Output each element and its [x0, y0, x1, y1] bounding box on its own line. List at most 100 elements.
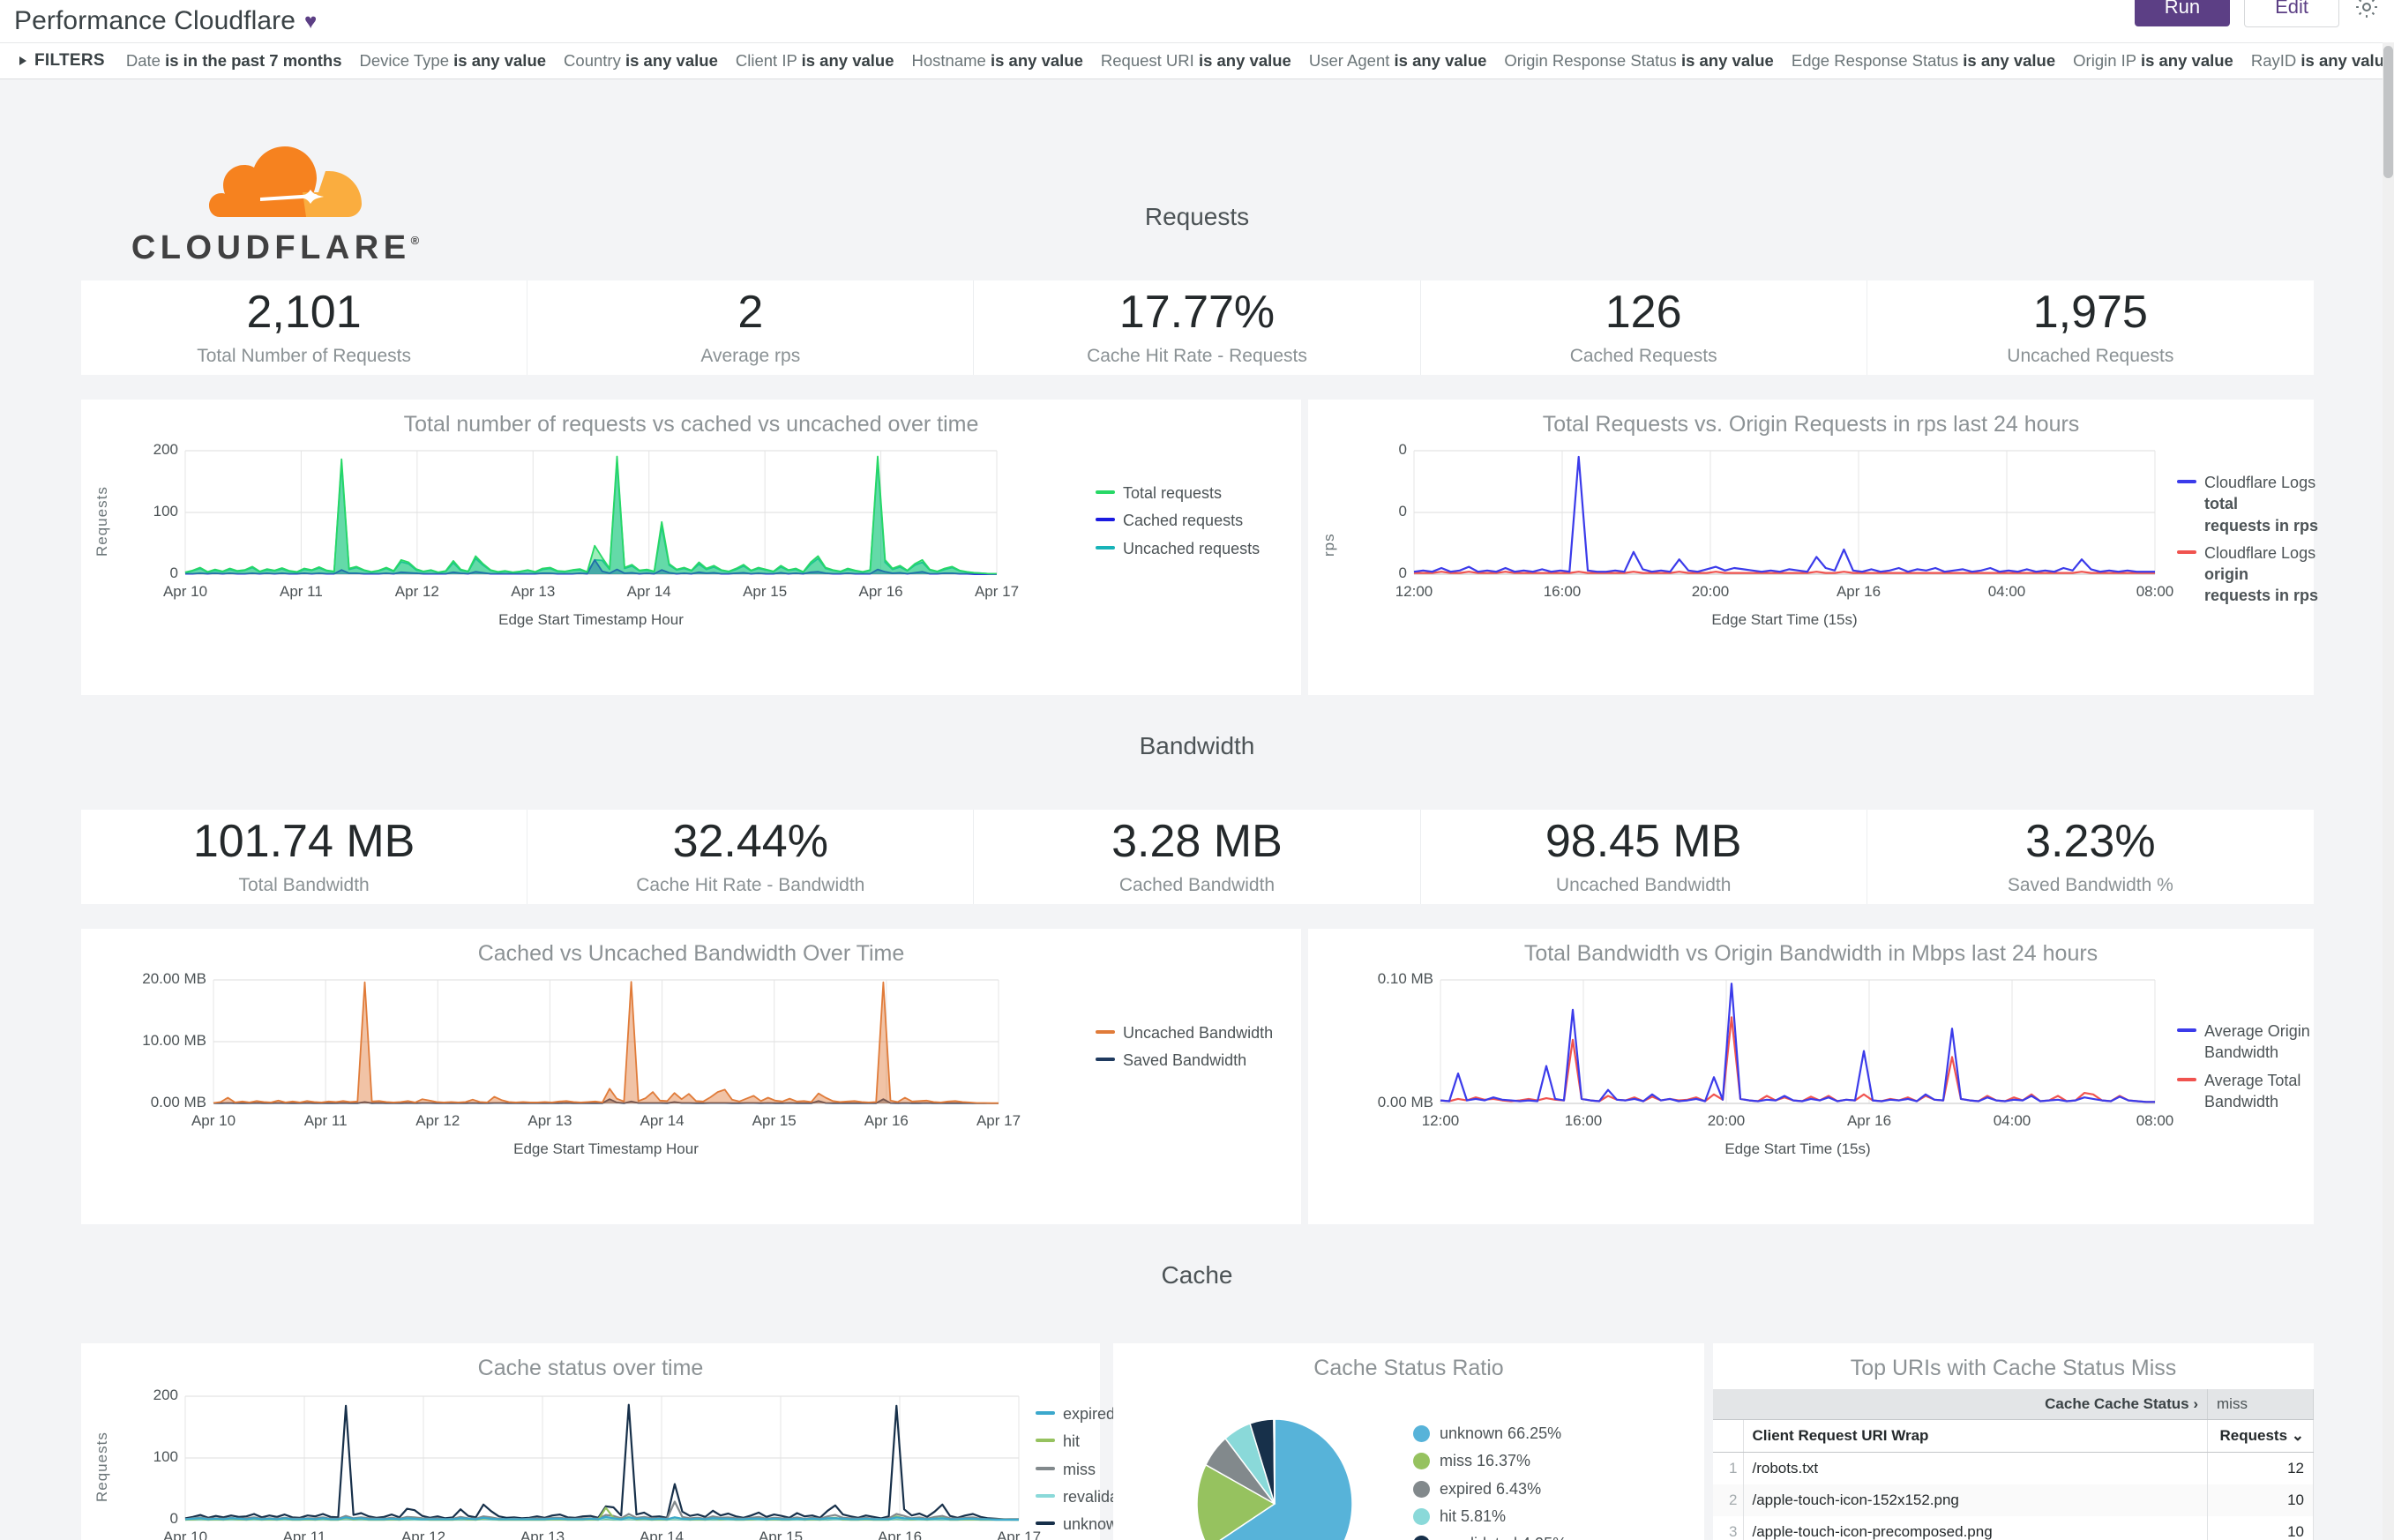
- kpi-label: Cached Bandwidth: [1119, 875, 1275, 896]
- legend-item[interactable]: Cloudflare Logs originrequests in rps: [2177, 542, 2336, 607]
- chart-requests-over-time[interactable]: 0100200Apr 10Apr 11Apr 12Apr 13Apr 14Apr…: [81, 437, 1301, 695]
- group-header-label[interactable]: Cache Cache Status ›: [1713, 1389, 2208, 1420]
- kpi-label: Total Bandwidth: [238, 875, 369, 896]
- filter-item-date[interactable]: Date is in the past 7 months: [126, 51, 342, 71]
- kpi-tile-requests-2[interactable]: 17.77%Cache Hit Rate - Requests: [974, 280, 1420, 375]
- bandwidth-kpi-row: 101.74 MBTotal Bandwidth32.44%Cache Hit …: [81, 810, 2314, 904]
- chart-cache-status-over-time[interactable]: 0100200Apr 10Apr 11Apr 12Apr 13Apr 14Apr…: [81, 1380, 1100, 1540]
- kpi-tile-bandwidth-4[interactable]: 3.23%Saved Bandwidth %: [1867, 810, 2314, 904]
- chart-requests-rps[interactable]: 00012:0016:0020:00Apr 1604:0008:00rpsEdg…: [1308, 437, 2314, 695]
- filter-item-origin-response-status[interactable]: Origin Response Status is any value: [1504, 51, 1773, 71]
- column-header-requests[interactable]: Requests ⌄: [2208, 1420, 2314, 1453]
- table-row[interactable]: 3/apple-touch-icon-precomposed.png10: [1713, 1516, 2314, 1540]
- legend-swatch: [1413, 1481, 1430, 1498]
- x-tick-label: Apr 13: [510, 1112, 589, 1130]
- filter-item-origin-ip[interactable]: Origin IP is any value: [2073, 51, 2233, 71]
- dashboard-canvas: CLOUDFLARE® Requests Bandwidth Cache 2,1…: [0, 79, 2394, 1540]
- filter-item-country[interactable]: Country is any value: [564, 51, 718, 71]
- x-tick-label: Apr 11: [261, 583, 340, 601]
- legend-item[interactable]: Average Total Bandwidth: [2177, 1070, 2353, 1113]
- series-area: [213, 982, 999, 1103]
- table-row[interactable]: 1/robots.txt12: [1713, 1453, 2314, 1485]
- filter-item-user-agent[interactable]: User Agent is any value: [1309, 51, 1487, 71]
- kpi-value: 3.28 MB: [1111, 818, 1283, 866]
- gear-icon[interactable]: [2353, 0, 2380, 20]
- chart-cache-status-ratio[interactable]: unknown 66.25% miss 16.37% expired 6.43% hi…: [1113, 1380, 1704, 1540]
- vertical-scrollbar-thumb[interactable]: [2383, 46, 2393, 178]
- y-tick-label: 20.00 MB: [81, 970, 206, 988]
- filter-item-edge-response-status[interactable]: Edge Response Status is any value: [1792, 51, 2055, 71]
- kpi-tile-requests-0[interactable]: 2,101Total Number of Requests: [81, 280, 527, 375]
- legend-swatch: [1036, 1521, 1055, 1525]
- legend-item[interactable]: expired 6.43%: [1413, 1478, 1678, 1499]
- legend-item[interactable]: revalidated 4.95%: [1413, 1533, 1678, 1540]
- kpi-tile-bandwidth-2[interactable]: 3.28 MB Cached Bandwidth: [974, 810, 1420, 904]
- x-tick-label: Apr 14: [610, 583, 689, 601]
- filter-field: Origin IP: [2073, 51, 2136, 70]
- legend-item[interactable]: Uncached requests: [1096, 538, 1290, 559]
- kpi-tile-bandwidth-3[interactable]: 98.45 MBUncached Bandwidth: [1421, 810, 1867, 904]
- legend-label: Cached requests: [1123, 510, 1243, 531]
- legend-swatch: [2177, 550, 2196, 554]
- kpi-tile-requests-4[interactable]: 1,975Uncached Requests: [1867, 280, 2314, 375]
- filter-value: is any value: [1199, 51, 1291, 70]
- series-line: [1414, 457, 2155, 572]
- kpi-value: 32.44%: [673, 818, 828, 866]
- chart-bandwidth-mbps[interactable]: 0.00 MB0.10 MB12:0016:0020:00Apr 1604:00…: [1308, 966, 2314, 1224]
- legend-label: Uncached Bandwidth: [1123, 1022, 1273, 1043]
- pie-slice[interactable]: [1274, 1419, 1275, 1504]
- legend-item[interactable]: Uncached Bandwidth: [1096, 1022, 1298, 1043]
- heart-icon[interactable]: ♥: [304, 10, 317, 34]
- filter-item-request-uri[interactable]: Request URI is any value: [1101, 51, 1291, 71]
- panel-title: Total Requests vs. Origin Requests in rp…: [1308, 400, 2314, 437]
- kpi-tile-requests-1[interactable]: 2Average rps: [527, 280, 974, 375]
- legend-label: revalidated 4.95%: [1440, 1533, 1567, 1540]
- vertical-scrollbar-track[interactable]: [2383, 42, 2394, 1540]
- x-tick-label: Apr 12: [384, 1529, 463, 1540]
- chevron-right-icon[interactable]: ›: [2193, 1395, 2198, 1412]
- row-index: 2: [1713, 1484, 1743, 1516]
- y-tick-label: 0: [1308, 564, 1407, 582]
- kpi-label: Cached Requests: [1570, 346, 1717, 367]
- kpi-tile-bandwidth-1[interactable]: 32.44%Cache Hit Rate - Bandwidth: [527, 810, 974, 904]
- kpi-tile-bandwidth-0[interactable]: 101.74 MBTotal Bandwidth: [81, 810, 527, 904]
- legend-label: Cloudflare Logs totalrequests in rps: [2204, 472, 2336, 536]
- legend-swatch: [1096, 1030, 1115, 1034]
- x-tick-label: 16:00: [1544, 1112, 1623, 1130]
- legend-label: Average Total Bandwidth: [2204, 1070, 2353, 1113]
- filter-value: is any value: [802, 51, 894, 70]
- top-uris-table[interactable]: Cache Cache Status ›missClient Request U…: [1713, 1389, 2314, 1540]
- x-tick-label: Apr 17: [957, 583, 1036, 601]
- kpi-label: Total Number of Requests: [197, 346, 411, 367]
- chevron-down-icon[interactable]: ⌄: [2292, 1427, 2304, 1444]
- kpi-tile-requests-3[interactable]: 126Cached Requests: [1421, 280, 1867, 375]
- column-header-uri[interactable]: Client Request URI Wrap: [1743, 1420, 2208, 1453]
- y-tick-label: 200: [81, 441, 178, 459]
- run-button[interactable]: Run: [2135, 0, 2230, 26]
- filter-item-hostname[interactable]: Hostname is any value: [912, 51, 1083, 71]
- filter-item-client-ip[interactable]: Client IP is any value: [736, 51, 894, 71]
- table-row[interactable]: 2/apple-touch-icon-152x152.png10: [1713, 1484, 2314, 1516]
- chart-legend: Average Origin Bandwidth Average Total Ba…: [2177, 1020, 2353, 1118]
- legend-item[interactable]: Cloudflare Logs totalrequests in rps: [2177, 472, 2336, 536]
- legend-item[interactable]: Average Origin Bandwidth: [2177, 1020, 2353, 1064]
- legend-item[interactable]: miss 16.37%: [1413, 1450, 1678, 1471]
- chart-legend: Total requests Cached requests Uncached re…: [1096, 482, 1290, 565]
- filter-item-rayid[interactable]: RayID is any valu...: [2251, 51, 2394, 71]
- legend-item[interactable]: Cached requests: [1096, 510, 1290, 531]
- legend-item[interactable]: Saved Bandwidth: [1096, 1050, 1298, 1071]
- edit-button[interactable]: Edit: [2244, 0, 2339, 27]
- cell-uri: /apple-touch-icon-precomposed.png: [1743, 1516, 2208, 1540]
- legend-swatch: [1036, 1439, 1055, 1442]
- x-tick-label: Apr 11: [265, 1529, 344, 1540]
- x-tick-label: Apr 12: [398, 1112, 477, 1130]
- legend-item[interactable]: Total requests: [1096, 482, 1290, 504]
- chart-bandwidth-over-time[interactable]: 0.00 MB10.00 MB20.00 MBApr 10Apr 11Apr 1…: [81, 966, 1301, 1224]
- legend-item[interactable]: unknown 66.25%: [1413, 1423, 1678, 1444]
- chart-plot: [81, 1380, 1100, 1540]
- legend-item[interactable]: hit 5.81%: [1413, 1506, 1678, 1527]
- top-bar-actions: Run Edit: [2135, 0, 2385, 27]
- filter-item-device-type[interactable]: Device Type is any value: [360, 51, 547, 71]
- x-tick-label: 04:00: [1972, 1112, 2052, 1130]
- filters-toggle[interactable]: FILTERS: [19, 51, 105, 71]
